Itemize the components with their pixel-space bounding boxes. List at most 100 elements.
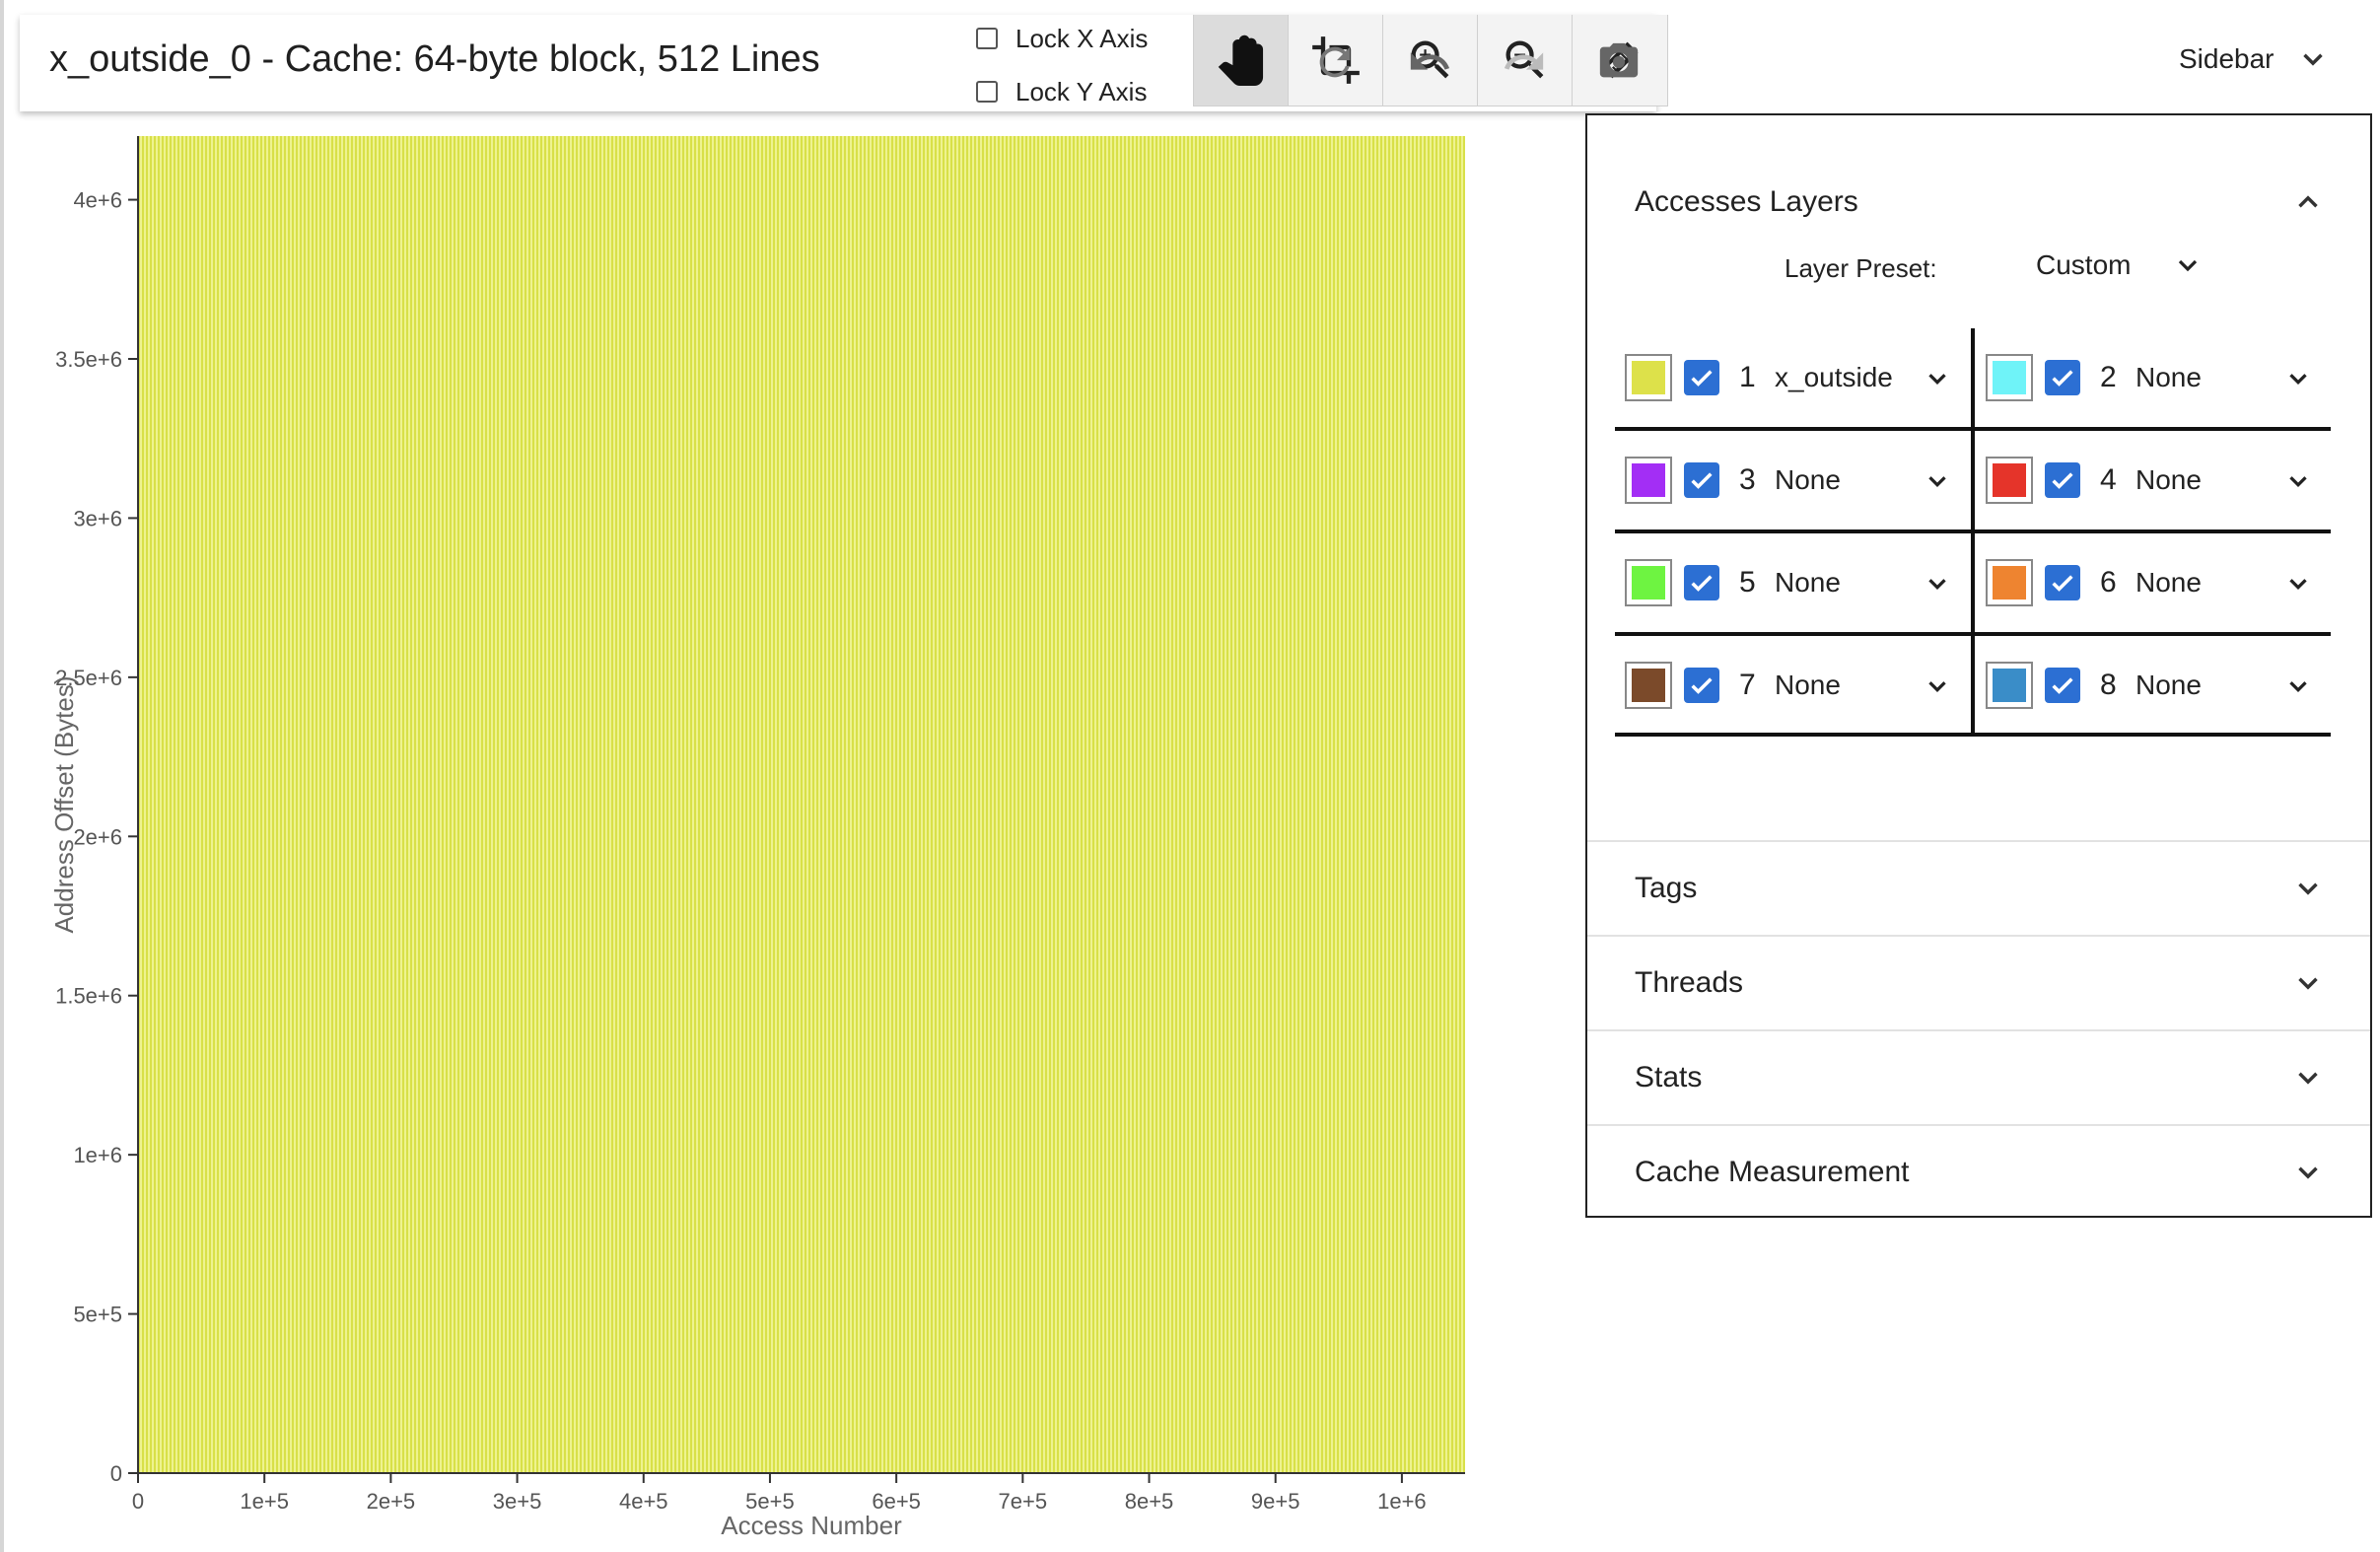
layer-row-5: 5 None [1615,533,1972,632]
layer-color-swatch[interactable] [1986,457,2033,504]
layer-row-7: 7 None [1615,636,1972,735]
tags-section-header[interactable]: Tags [1587,841,2370,935]
lock-x-checkbox-box[interactable] [976,28,998,49]
accesses-layers-header[interactable]: Accesses Layers [1587,155,2370,248]
layer-select-chevron[interactable] [1923,460,1952,501]
chevron-down-icon [1928,680,1946,692]
layer-select-chevron[interactable] [2283,563,2313,603]
cache-measurement-section-header[interactable]: Cache Measurement [1587,1125,2370,1219]
chevron-down-icon [1928,578,1946,590]
redo-icon [1504,52,1544,70]
toolbar-header: x_outside_0 - Cache: 64-byte block, 512 … [20,15,2323,111]
x-axis-label: Access Number [721,1511,902,1540]
stats-section-header[interactable]: Stats [1587,1030,2370,1124]
layer-select-chevron[interactable] [2283,460,2313,501]
camera-icon [1599,42,1639,78]
layer-number: 5 [1739,566,1756,599]
layer-visible-checkbox[interactable] [2045,565,2080,600]
y-tick-label: 3.5e+6 [55,347,122,372]
x-tick-label: 2e+5 [367,1489,416,1514]
chevron-down-icon [1928,475,1946,487]
undo-button[interactable] [1402,35,1457,90]
refresh-button[interactable] [1307,35,1363,90]
sidebar-label: Sidebar [2179,43,2275,74]
hand-icon [1218,35,1263,86]
lock-y-checkbox-box[interactable] [976,81,998,103]
layer-visible-checkbox[interactable] [1684,360,1719,395]
layer-number: 6 [2100,566,2117,599]
chevron-down-icon [1928,373,1946,385]
layer-row-6: 6 None [1976,533,2333,632]
layer-select-chevron[interactable] [1923,358,1952,398]
layer-name-select[interactable]: None [1775,670,1923,701]
lock-y-axis-checkbox[interactable]: Lock Y Axis [976,72,1147,111]
layer-visible-checkbox[interactable] [1684,462,1719,498]
check-icon [1691,472,1713,489]
chevron-down-icon [2298,1072,2318,1085]
layer-select-chevron[interactable] [1923,563,1952,603]
layer-select-chevron[interactable] [2283,358,2313,398]
refresh-icon [1319,46,1351,78]
layer-select-chevron[interactable] [2283,666,2313,706]
layer-color-swatch[interactable] [1625,662,1672,709]
layer-color-swatch[interactable] [1986,559,2033,606]
layer-color [1993,669,2026,702]
layer-visible-checkbox[interactable] [2045,360,2080,395]
check-icon [2052,472,2073,489]
screenshot-button[interactable] [1591,35,1646,90]
layer-row-2: 2 None [1976,328,2333,427]
threads-section-header[interactable]: Threads [1587,936,2370,1029]
y-tick-label: 3e+6 [73,506,122,530]
layer-row-8: 8 None [1976,636,2333,735]
access-plot[interactable]: 0 1e+5 2e+5 3e+5 4e+5 5e+5 6e+5 7e+5 8e+5 9e+5 1e+… [0,118,1518,1552]
layer-number: 4 [2100,463,2117,496]
lock-x-axis-checkbox[interactable]: Lock X Axis [976,19,1148,58]
layer-visible-checkbox[interactable] [1684,668,1719,703]
layer-color [1993,361,2026,394]
layer-color-swatch[interactable] [1625,354,1672,401]
lock-x-label: Lock X Axis [1015,23,1149,53]
layer-name-select[interactable]: None [2135,670,2283,701]
x-tick-label: 0 [132,1489,144,1514]
layer-color-swatch[interactable] [1986,662,2033,709]
layer-preset-value: Custom [2036,249,2132,280]
undo-icon [1410,52,1450,70]
layer-color [1632,361,1665,394]
chevron-down-icon [2289,680,2307,692]
chevron-down-icon [2179,259,2198,272]
redo-button[interactable] [1497,35,1552,90]
layer-grid: 1 x_outside 2 None 3 None 4 None 5 None 6 None 7 None… [1615,328,2331,737]
check-icon [1691,575,1713,592]
layer-name-select[interactable]: None [2135,464,2283,496]
check-icon [2052,677,2073,694]
layer-color [1632,669,1665,702]
cache-measurement-title: Cache Measurement [1635,1155,1910,1188]
layer-visible-checkbox[interactable] [1684,565,1719,600]
layer-color [1993,463,2026,497]
layer-name-select[interactable]: None [1775,464,1923,496]
layer-preset-select[interactable]: Custom [2036,249,2204,281]
layer-visible-checkbox[interactable] [2045,668,2080,703]
layer-name-select[interactable]: x_outside [1775,362,1923,393]
x-tick-label: 7e+5 [999,1489,1048,1514]
layer-color [1993,566,2026,600]
layer-color [1632,566,1665,600]
check-icon [2052,575,2073,592]
check-icon [2052,370,2073,387]
y-tick-label: 4e+6 [73,188,122,213]
layer-color-swatch[interactable] [1625,457,1672,504]
layer-color-swatch[interactable] [1986,354,2033,401]
layer-name-select[interactable]: None [1775,567,1923,599]
x-tick-label: 1e+5 [240,1489,289,1514]
layer-select-chevron[interactable] [1923,666,1952,706]
check-icon [1691,370,1713,387]
layer-color-swatch[interactable] [1625,559,1672,606]
threads-title: Threads [1635,965,1744,999]
layer-row-3: 3 None [1615,431,1972,529]
pan-tool-button[interactable] [1194,15,1289,106]
sidebar-toggle[interactable]: Sidebar [2179,42,2330,76]
layer-name-select[interactable]: None [2135,362,2283,393]
layer-name-select[interactable]: None [2135,567,2283,599]
layer-visible-checkbox[interactable] [2045,462,2080,498]
layer-number: 2 [2100,361,2117,393]
